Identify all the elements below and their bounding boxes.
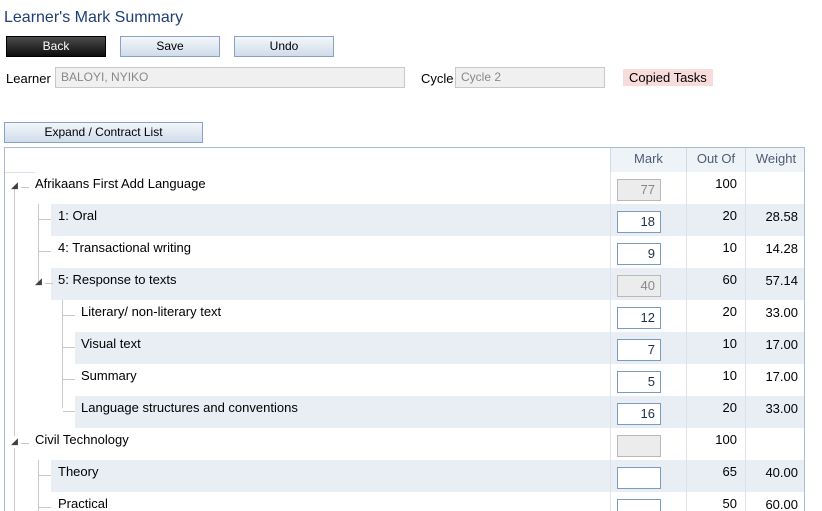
column-separator — [610, 172, 611, 511]
learner-field[interactable]: BALOYI, NYIKO — [55, 67, 405, 88]
collapse-triangle-icon[interactable]: ◢ — [11, 436, 18, 447]
weight-cell: 14.28 — [765, 241, 798, 256]
out-of-cell: 10 — [722, 368, 737, 383]
row-label: Afrikaans First Add Language — [35, 176, 206, 191]
row-label: 5: Response to texts — [58, 272, 177, 287]
out-of-cell: 20 — [722, 304, 737, 319]
column-header-out-of[interactable]: Out Of — [686, 148, 745, 172]
table-row[interactable]: ◢ Civil Technology 100 — [5, 428, 804, 460]
table-row[interactable]: Practical 50 60.00 — [5, 492, 804, 511]
cycle-field[interactable]: Cycle 2 — [455, 67, 605, 88]
mark-input[interactable]: 7 — [617, 339, 661, 361]
copied-tasks-badge: Copied Tasks — [623, 69, 713, 86]
weight-cell: 57.14 — [765, 273, 798, 288]
cycle-label: Cycle — [421, 71, 454, 86]
weight-cell: 17.00 — [765, 369, 798, 384]
weight-cell: 60.00 — [765, 497, 798, 511]
expand-contract-button[interactable]: Expand / Contract List — [4, 122, 203, 143]
table-row[interactable]: ◢ 5: Response to texts 40 60 57.14 — [5, 268, 804, 300]
mark-input[interactable]: 12 — [617, 307, 661, 329]
mark-input[interactable]: 5 — [617, 371, 661, 393]
mark-input[interactable] — [617, 499, 661, 511]
page-title: Learner's Mark Summary — [4, 9, 184, 26]
column-separator — [745, 172, 746, 511]
row-label: 4: Transactional writing — [58, 240, 191, 255]
grid-header: Mark Out Of Weight — [5, 148, 804, 173]
table-row[interactable]: Summary 5 10 17.00 — [5, 364, 804, 396]
table-row[interactable]: Visual text 7 10 17.00 — [5, 332, 804, 364]
row-label: Language structures and conventions — [81, 400, 298, 415]
marks-grid: Mark Out Of Weight ◢ Afrikaans First Add… — [4, 147, 805, 511]
row-label: Practical — [58, 496, 108, 511]
table-row[interactable]: Language structures and conventions 16 2… — [5, 396, 804, 428]
table-row[interactable]: Literary/ non-literary text 12 20 33.00 — [5, 300, 804, 332]
row-label: Summary — [81, 368, 137, 383]
mark-cell — [617, 435, 661, 457]
out-of-cell: 100 — [715, 176, 737, 191]
table-row[interactable]: 1: Oral 18 20 28.58 — [5, 204, 804, 236]
weight-cell: 28.58 — [765, 209, 798, 224]
out-of-cell: 10 — [722, 240, 737, 255]
table-row[interactable]: Theory 65 40.00 — [5, 460, 804, 492]
undo-button[interactable]: Undo — [234, 36, 334, 57]
row-label: Theory — [58, 464, 99, 479]
column-header-mark[interactable]: Mark — [610, 148, 686, 172]
collapse-triangle-icon[interactable]: ◢ — [11, 180, 18, 191]
out-of-cell: 60 — [722, 272, 737, 287]
mark-input[interactable]: 9 — [617, 243, 661, 265]
save-button[interactable]: Save — [120, 36, 220, 57]
weight-cell: 40.00 — [765, 465, 798, 480]
mark-input[interactable] — [617, 467, 661, 489]
back-button[interactable]: Back — [6, 36, 106, 57]
out-of-cell: 50 — [722, 496, 737, 511]
out-of-cell: 20 — [722, 208, 737, 223]
row-label: Civil Technology — [35, 432, 129, 447]
out-of-cell: 20 — [722, 400, 737, 415]
learner-label: Learner — [6, 71, 51, 86]
weight-cell: 33.00 — [765, 305, 798, 320]
mark-cell: 40 — [617, 275, 661, 297]
collapse-triangle-icon[interactable]: ◢ — [35, 276, 42, 287]
weight-cell: 17.00 — [765, 337, 798, 352]
table-row[interactable]: 4: Transactional writing 9 10 14.28 — [5, 236, 804, 268]
mark-input[interactable]: 16 — [617, 403, 661, 425]
mark-cell: 77 — [617, 179, 661, 201]
out-of-cell: 65 — [722, 464, 737, 479]
row-label: 1: Oral — [58, 208, 98, 223]
column-header-weight[interactable]: Weight — [745, 148, 804, 172]
mark-input[interactable]: 18 — [617, 211, 661, 233]
out-of-cell: 10 — [722, 336, 737, 351]
column-separator — [686, 172, 687, 511]
weight-cell: 33.00 — [765, 401, 798, 416]
row-label: Literary/ non-literary text — [81, 304, 222, 319]
out-of-cell: 100 — [715, 432, 737, 447]
row-label: Visual text — [81, 336, 141, 351]
table-row[interactable]: ◢ Afrikaans First Add Language 77 100 — [5, 172, 804, 204]
